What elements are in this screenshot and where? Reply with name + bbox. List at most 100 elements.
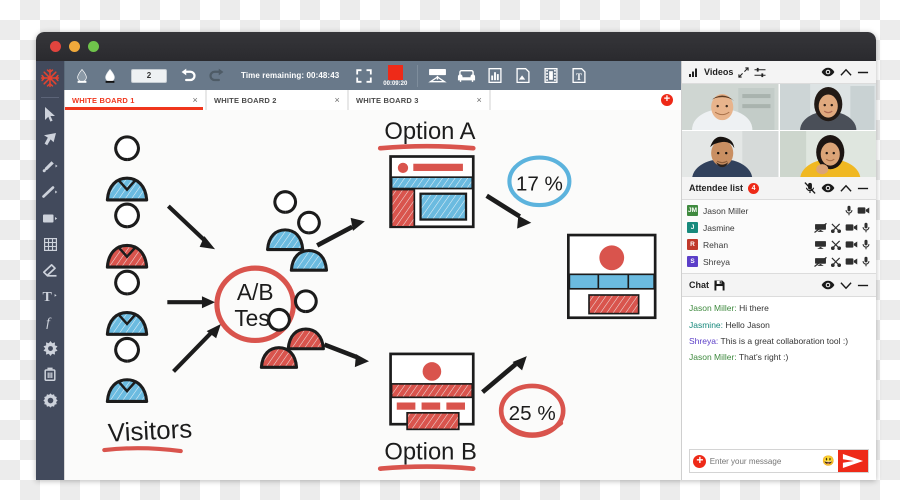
eraser-tool[interactable] <box>38 257 62 283</box>
send-message-button[interactable] <box>837 450 868 472</box>
fullscreen-button[interactable] <box>351 63 377 89</box>
send-paper-plane-icon <box>842 453 863 469</box>
tab-close-icon[interactable]: × <box>335 95 340 105</box>
stroke-color-button[interactable] <box>97 63 123 89</box>
tab-whiteboard-1[interactable]: WHITE BOARD 1 × <box>65 90 207 110</box>
video-tile-jasmine[interactable] <box>779 84 876 131</box>
mic-muted-icon[interactable] <box>804 182 816 195</box>
minus-icon[interactable] <box>857 281 869 290</box>
attendee-row-jason[interactable]: JM Jason Miller <box>682 202 876 219</box>
video-tile-rehan[interactable] <box>682 131 779 178</box>
chat-panel-title: Chat <box>689 280 709 291</box>
visitor-person-3 <box>105 269 149 336</box>
effects-tool[interactable] <box>38 335 62 361</box>
window-minimize-button[interactable] <box>69 41 80 52</box>
video-tile-shreya[interactable] <box>779 131 876 178</box>
minus-icon[interactable] <box>857 68 869 77</box>
scissors-icon[interactable] <box>831 257 841 267</box>
attendee-panel-header: Attendee list 4 <box>682 177 876 201</box>
mic-icon[interactable] <box>845 205 853 216</box>
screen-share-off-icon[interactable] <box>814 256 827 267</box>
camera-icon[interactable] <box>845 257 858 266</box>
chat-author: Jason Miller: <box>689 303 737 314</box>
shape-tool[interactable] <box>38 205 62 231</box>
whiteboard-canvas[interactable]: Visitors A/B Test Option A 17 % Option B… <box>64 110 681 480</box>
select-cursor-tool[interactable] <box>38 101 62 127</box>
fill-color-button[interactable] <box>69 63 95 89</box>
text-tool[interactable]: T <box>38 283 62 309</box>
window-close-button[interactable] <box>50 41 61 52</box>
settings-tool[interactable] <box>38 387 62 413</box>
camera-icon[interactable] <box>845 240 858 249</box>
tab-whiteboard-3[interactable]: WHITE BOARD 3 × <box>349 90 491 110</box>
chat-message-log[interactable]: Jason Miller: Hi there Jasmine: Hello Ja… <box>682 297 876 449</box>
attendee-row-jasmine[interactable]: J Jasmine <box>682 219 876 236</box>
window-title-bar <box>36 32 876 61</box>
tab-whiteboard-2[interactable]: WHITE BOARD 2 × <box>207 90 349 110</box>
scissors-icon[interactable] <box>831 223 841 233</box>
eye-icon[interactable] <box>821 67 835 77</box>
videos-panel-title: Videos <box>704 67 734 77</box>
emoji-picker-icon[interactable]: 😃 <box>820 450 838 472</box>
add-whiteboard-button[interactable]: + <box>661 94 673 106</box>
attendee-row-shreya[interactable]: S Shreya <box>682 253 876 270</box>
tab-close-icon[interactable]: × <box>193 95 198 105</box>
eye-icon[interactable] <box>821 183 835 193</box>
formula-tool[interactable]: f <box>38 309 62 335</box>
conversion-b-badge: 25 % <box>498 383 566 438</box>
chevron-up-icon[interactable] <box>840 184 852 193</box>
attendee-name: Rehan <box>703 239 729 250</box>
option-a-mockup <box>389 155 475 229</box>
chat-input-row: + 😃 <box>689 449 869 473</box>
grid-tool[interactable] <box>38 231 62 257</box>
tab-label: WHITE BOARD 2 <box>214 95 277 105</box>
sliders-icon[interactable] <box>754 67 766 78</box>
attach-button[interactable]: + <box>690 450 710 472</box>
screen-share-off-icon[interactable] <box>814 222 827 233</box>
screen-share-icon[interactable] <box>814 240 827 250</box>
attendee-row-rehan[interactable]: R Rehan <box>682 236 876 253</box>
chart-button[interactable] <box>482 63 508 89</box>
recording-button[interactable]: 00:09:20 <box>383 64 407 87</box>
redo-button[interactable] <box>203 63 229 89</box>
avatar: R <box>687 239 698 251</box>
option-b-mockup <box>389 352 475 431</box>
expand-arrows-icon[interactable] <box>738 66 749 78</box>
mic-icon[interactable] <box>862 256 870 267</box>
floppy-save-icon[interactable] <box>714 280 725 291</box>
chevron-up-icon[interactable] <box>840 68 852 77</box>
delete-tool[interactable] <box>38 361 62 387</box>
image-button[interactable] <box>510 63 536 89</box>
visitors-underline <box>102 446 183 454</box>
mic-icon[interactable] <box>862 239 870 250</box>
whiteboard-button[interactable] <box>424 63 451 89</box>
furniture-button[interactable] <box>453 63 480 89</box>
chat-input[interactable] <box>709 450 820 472</box>
video-button[interactable] <box>538 63 564 89</box>
plus-icon: + <box>693 454 707 468</box>
minus-icon[interactable] <box>857 184 869 193</box>
pen-size-input[interactable]: 2 <box>131 68 167 83</box>
chat-author: Shreya: <box>689 336 719 347</box>
chat-message: Jasmine: Hello Jason <box>689 319 869 331</box>
tab-close-icon[interactable]: × <box>477 95 482 105</box>
pen-tool[interactable] <box>38 153 62 179</box>
attendee-name: Jasmine <box>703 222 735 233</box>
pan-tool[interactable] <box>38 127 62 153</box>
window-maximize-button[interactable] <box>88 41 99 52</box>
mic-icon[interactable] <box>862 222 870 233</box>
undo-button[interactable] <box>175 63 201 89</box>
visitor-person-4 <box>105 336 149 404</box>
document-button[interactable]: T <box>566 63 592 89</box>
eye-icon[interactable] <box>821 280 835 290</box>
line-tool[interactable] <box>38 179 62 205</box>
scissors-icon[interactable] <box>831 240 841 250</box>
chevron-down-icon[interactable] <box>840 281 852 290</box>
attendee-name: Shreya <box>703 256 730 267</box>
camera-icon[interactable] <box>845 223 858 232</box>
avatar: J <box>687 222 698 234</box>
drawing-tool-rail: T f <box>36 61 64 480</box>
video-tile-jason[interactable] <box>682 84 779 131</box>
camera-icon[interactable] <box>857 206 870 215</box>
pct-b-label: 25 % <box>509 402 556 425</box>
